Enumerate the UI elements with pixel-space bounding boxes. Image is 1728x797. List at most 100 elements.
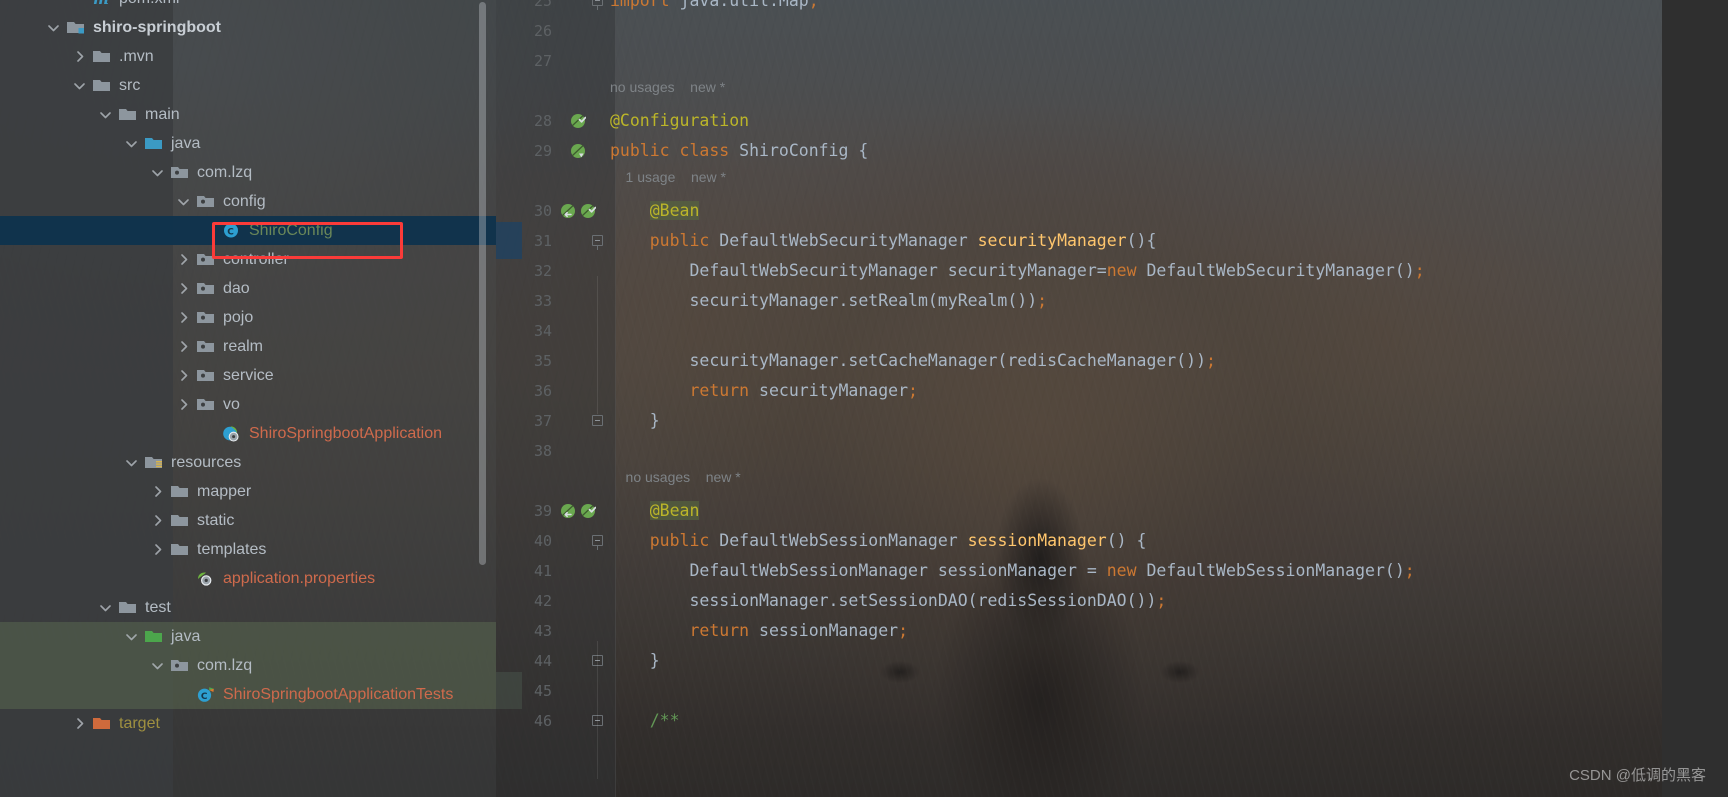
code-content[interactable]: 25 import java.util.Map; 26 27 no usages n… (496, 0, 1662, 797)
chevron-right-icon[interactable] (176, 252, 191, 267)
code-line[interactable]: return sessionManager; (610, 616, 908, 646)
chevron-right-icon[interactable] (176, 281, 191, 296)
tree-item-mvn[interactable]: .mvn (0, 42, 496, 71)
tree-item-java[interactable]: java (0, 129, 496, 158)
chevron-right-icon[interactable] (176, 368, 191, 383)
chevron-down-icon[interactable] (124, 136, 139, 151)
tree-item-vo[interactable]: vo (0, 390, 496, 419)
code-line[interactable]: @Bean (610, 196, 700, 226)
chevron-right-icon[interactable] (72, 49, 87, 64)
project-tool-window[interactable]: m pom.xml shiro-springboot .mvn srcmain java c… (0, 0, 496, 797)
package-icon (196, 193, 216, 210)
code-line[interactable]: return securityManager; (610, 376, 918, 406)
code-line[interactable] (610, 46, 620, 76)
editor-right-margin (1662, 0, 1728, 797)
tree-item-shiroconfig[interactable]: C ShiroConfig (0, 216, 496, 245)
chevron-right-icon[interactable] (150, 542, 165, 557)
tree-item-dao[interactable]: dao (0, 274, 496, 303)
chevron-down-icon[interactable] (72, 78, 87, 93)
chevron-down-icon[interactable] (150, 658, 165, 673)
code-line[interactable] (610, 436, 620, 466)
tree-item-java[interactable]: java (0, 622, 496, 651)
tree-item-service[interactable]: service (0, 361, 496, 390)
code-line[interactable] (610, 316, 620, 346)
code-line[interactable]: securityManager.setCacheManager(redisCac… (610, 346, 1216, 376)
tree-item-label: static (197, 511, 235, 529)
code-line[interactable]: @Configuration (610, 106, 749, 136)
code-line[interactable]: sessionManager.setSessionDAO(redisSessio… (610, 586, 1166, 616)
code-line[interactable]: } (610, 646, 660, 676)
code-line[interactable] (610, 676, 620, 706)
tree-item-static[interactable]: static (0, 506, 496, 535)
code-line[interactable]: DefaultWebSecurityManager securityManage… (610, 256, 1424, 286)
code-fold-marker[interactable] (592, 235, 603, 250)
line-number: 40 (533, 532, 552, 550)
spring-bean-nav-icon[interactable] (560, 503, 576, 519)
tree-item-com-lzq[interactable]: com.lzq (0, 651, 496, 680)
spring-bean-config-icon[interactable] (580, 503, 596, 519)
chevron-down-icon[interactable] (46, 20, 61, 35)
chevron-down-icon[interactable] (176, 194, 191, 209)
spring-bean-nav-icon[interactable] (560, 203, 576, 219)
tree-item-mapper[interactable]: mapper (0, 477, 496, 506)
code-line[interactable]: public class ShiroConfig { (610, 136, 868, 166)
code-line[interactable]: public DefaultWebSessionManager sessionM… (610, 526, 1147, 556)
tree-item-controller[interactable]: controller (0, 245, 496, 274)
chevron-right-icon[interactable] (150, 484, 165, 499)
inlay-hint[interactable]: no usages new * (610, 465, 741, 489)
chevron-right-icon[interactable] (176, 310, 191, 325)
code-line[interactable] (610, 16, 620, 46)
tree-item-shirospringbootapplication[interactable]: ShiroSpringbootApplication (0, 419, 496, 448)
tree-item-realm[interactable]: realm (0, 332, 496, 361)
inlay-hint[interactable]: 1 usage new * (610, 165, 726, 189)
code-line[interactable]: /** (610, 706, 680, 736)
code-line[interactable]: @Bean (610, 496, 700, 526)
chevron-down-icon[interactable] (150, 165, 165, 180)
chevron-right-icon[interactable] (72, 716, 87, 731)
spring-boot-app-icon (222, 425, 242, 442)
chevron-down-icon[interactable] (98, 600, 113, 615)
chevron-right-icon[interactable] (150, 513, 165, 528)
tree-item-label: service (223, 366, 274, 384)
tree-item-templates[interactable]: templates (0, 535, 496, 564)
tree-item-pom-xml[interactable]: m pom.xml (0, 0, 496, 13)
tree-item-config[interactable]: config (0, 187, 496, 216)
tree-item-application-properties[interactable]: application.properties (0, 564, 496, 593)
line-number: 29 (533, 142, 552, 160)
chevron-down-icon[interactable] (124, 629, 139, 644)
chevron-down-icon[interactable] (98, 107, 113, 122)
line-number: 45 (533, 682, 552, 700)
inlay-hint[interactable]: no usages new * (610, 75, 725, 99)
tree-item-main[interactable]: main (0, 100, 496, 129)
code-line[interactable]: public DefaultWebSecurityManager securit… (610, 226, 1157, 256)
editor-area[interactable]: 25 import java.util.Map; 26 27 no usages n… (496, 0, 1662, 797)
project-scrollbar-thumb[interactable] (479, 2, 486, 565)
tree-item-label: .mvn (119, 47, 154, 65)
tree-item-target[interactable]: target (0, 709, 496, 738)
code-line[interactable]: } (610, 406, 660, 436)
tree-item-shirospringbootapplicationtests[interactable]: C ShiroSpringbootApplicationTests (0, 680, 496, 709)
code-line[interactable]: import java.util.Map; (610, 0, 819, 16)
fold-connector (597, 641, 598, 779)
code-fold-marker[interactable] (592, 535, 603, 550)
tree-item-shiro-springboot[interactable]: shiro-springboot (0, 13, 496, 42)
module-folder-icon (66, 19, 86, 36)
spring-bean-config-icon[interactable] (580, 203, 596, 219)
project-scrollbar-track[interactable] (479, 0, 491, 797)
spring-bean-icon[interactable] (570, 143, 586, 159)
tree-item-resources[interactable]: resources (0, 448, 496, 477)
chevron-down-icon[interactable] (124, 455, 139, 470)
chevron-right-icon[interactable] (176, 339, 191, 354)
code-fold-marker[interactable] (592, 415, 603, 426)
tree-item-com-lzq[interactable]: com.lzq (0, 158, 496, 187)
spring-bean-config-icon[interactable] (570, 113, 586, 129)
code-fold-marker[interactable] (592, 0, 603, 10)
tree-item-test[interactable]: test (0, 593, 496, 622)
code-line[interactable]: securityManager.setRealm(myRealm()); (610, 286, 1047, 316)
code-line[interactable]: DefaultWebSessionManager sessionManager … (610, 556, 1414, 586)
folder-icon (170, 483, 190, 500)
package-icon (196, 396, 216, 413)
tree-item-src[interactable]: src (0, 71, 496, 100)
chevron-right-icon[interactable] (176, 397, 191, 412)
tree-item-pojo[interactable]: pojo (0, 303, 496, 332)
